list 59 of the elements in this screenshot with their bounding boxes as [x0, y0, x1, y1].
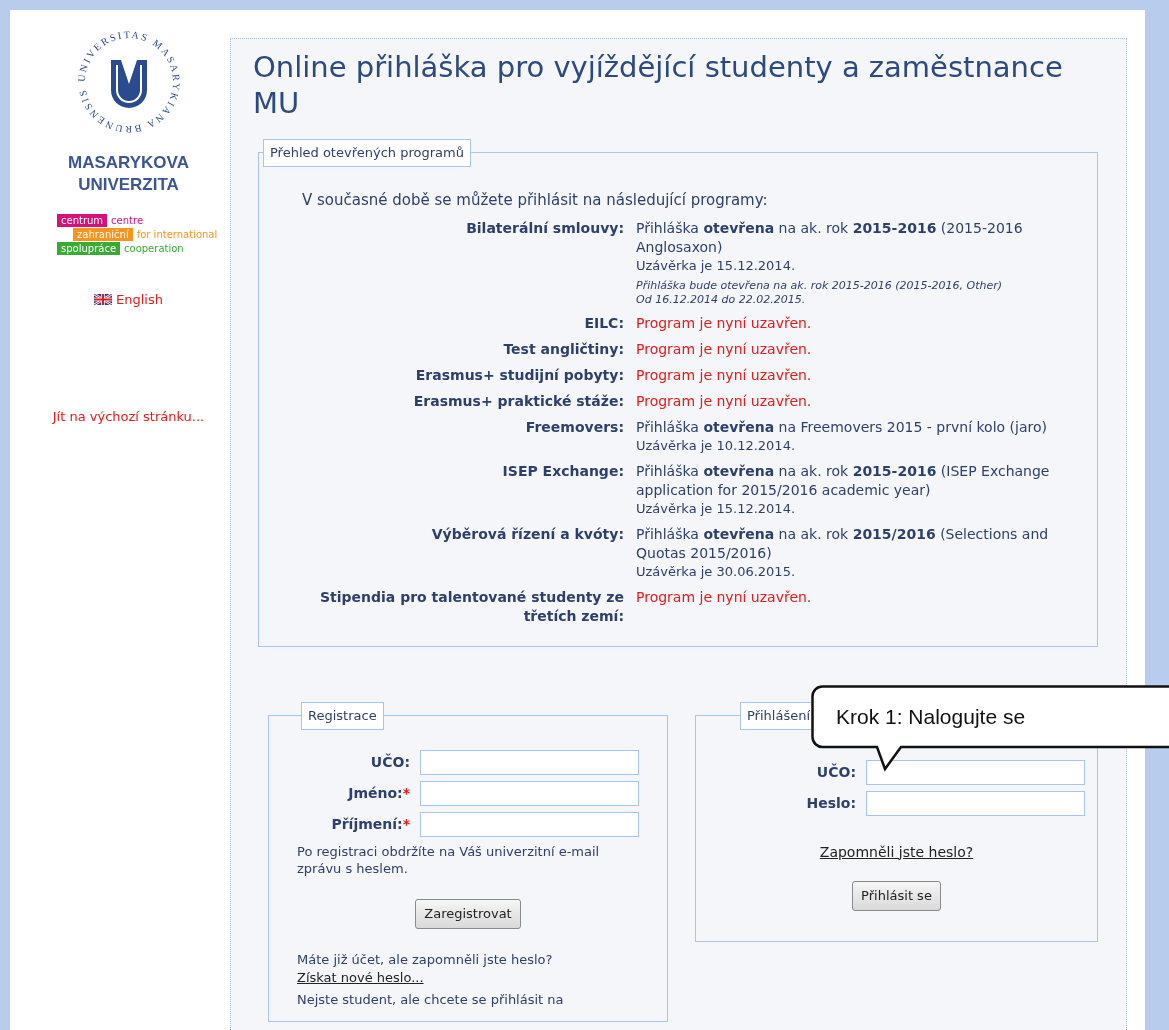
field-label: Heslo: — [806, 793, 856, 813]
program-name: Stipendia pro talentované studenty ze třetích zemí: — [318, 588, 624, 626]
closed-status: Program je nyní uzavřen. — [636, 366, 813, 385]
input-field[interactable] — [420, 749, 639, 775]
note-text: Od 16.12.2014 do 22.02.2015. — [636, 293, 807, 307]
input-field[interactable] — [420, 811, 639, 837]
program-name: Test angličtiny: — [503, 340, 624, 359]
closed-status: Program je nyní uzavřen. — [636, 588, 813, 607]
required-mark: * — [402, 783, 410, 803]
submit-button[interactable]: Přihlásit se — [852, 880, 941, 911]
program-name: Erasmus+ studijní pobyty: — [415, 366, 624, 385]
field-label: UČO: — [816, 762, 856, 782]
open-status: Přihláška otevřena na ak. rok 2015-2016 (2015-2016 Anglosaxon) — [636, 219, 1024, 257]
new-password-link[interactable]: Získat nové heslo... — [297, 969, 424, 985]
program-name: Výběrová řízení a kvóty: — [431, 525, 624, 544]
program-name: EILC: — [584, 314, 624, 333]
field-label: Jméno: — [348, 783, 403, 803]
program-name: ISEP Exchange: — [502, 462, 624, 481]
field-label: UČO: — [370, 752, 410, 772]
closed-status: Program je nyní uzavřen. — [636, 340, 813, 359]
closed-status: Program je nyní uzavřen. — [636, 392, 813, 411]
forgot-password-link[interactable]: Zapomněli jste heslo? — [819, 841, 974, 863]
home-link[interactable]: Jít na výchozí stránku... — [52, 406, 205, 426]
closed-status: Program je nyní uzavřen. — [636, 314, 813, 333]
logo-block: centrum — [57, 214, 108, 227]
open-status: Přihláška otevřena na ak. rok 2015-2016 (ISEP Exchange application for 2015/2016 academic year) — [636, 462, 1051, 500]
forgot-text: Máte již účet, ale zapomněli jste heslo? Získat nové heslo... — [297, 950, 554, 987]
deadline-text: Uzávěrka je 15.12.2014. — [636, 500, 797, 518]
input-field[interactable] — [866, 759, 1085, 785]
program-name: Bilaterální smlouvy: — [466, 219, 624, 238]
input-field[interactable] — [866, 790, 1085, 816]
section-legend: Registrace — [301, 702, 384, 730]
page-title: Online přihláška pro vyjíždějící studenty a zaměstnance MU — [253, 49, 1064, 121]
intro-text: V současné době se můžete přihlásit na následující programy: — [302, 189, 769, 211]
logo-text: for international — [136, 228, 218, 241]
input-field[interactable] — [420, 780, 639, 806]
university-name: UNIVERZITA — [78, 174, 179, 196]
logo-text: cooperation — [124, 242, 184, 255]
program-name: Freemovers: — [525, 418, 624, 437]
info-text: Po registraci obdržíte na Váš univerzitní e-mail zprávu s heslem. — [297, 842, 601, 877]
open-status: Přihláška otevřena na Freemovers 2015 - první kolo (jaro) — [636, 418, 1048, 437]
callout-text: Krok 1: Nalogujte se — [836, 704, 1026, 730]
non-student-text: Nejste student, ale chcete se přihlásit na — [297, 990, 565, 1009]
deadline-text: Uzávěrka je 10.12.2014. — [636, 437, 797, 455]
deadline-text: Uzávěrka je 15.12.2014. — [636, 257, 797, 275]
uk-flag-icon — [94, 294, 112, 306]
submit-button[interactable]: Zaregistrovat — [415, 898, 521, 929]
field-label: Příjmení: — [331, 814, 403, 834]
deadline-text: Uzávěrka je 30.06.2015. — [636, 563, 797, 581]
open-status: Přihláška otevřena na ak. rok 2015/2016 (Selections and Quotas 2015/2016) — [636, 525, 1050, 563]
program-name: Erasmus+ praktické stáže: — [413, 392, 624, 411]
section-legend: Přehled otevřených programů — [263, 139, 471, 167]
required-mark: * — [402, 814, 410, 834]
note-text: Přihláška bude otevřena na ak. rok 2015-2016 (2015-2016, Other) — [636, 279, 1003, 293]
language-link[interactable]: English — [94, 290, 163, 310]
university-name: MASARYKOVA — [68, 152, 189, 174]
logo-block: zahraniční — [73, 228, 133, 241]
logo-block: spolupráce — [57, 242, 121, 255]
logo-text: centre — [111, 214, 144, 227]
